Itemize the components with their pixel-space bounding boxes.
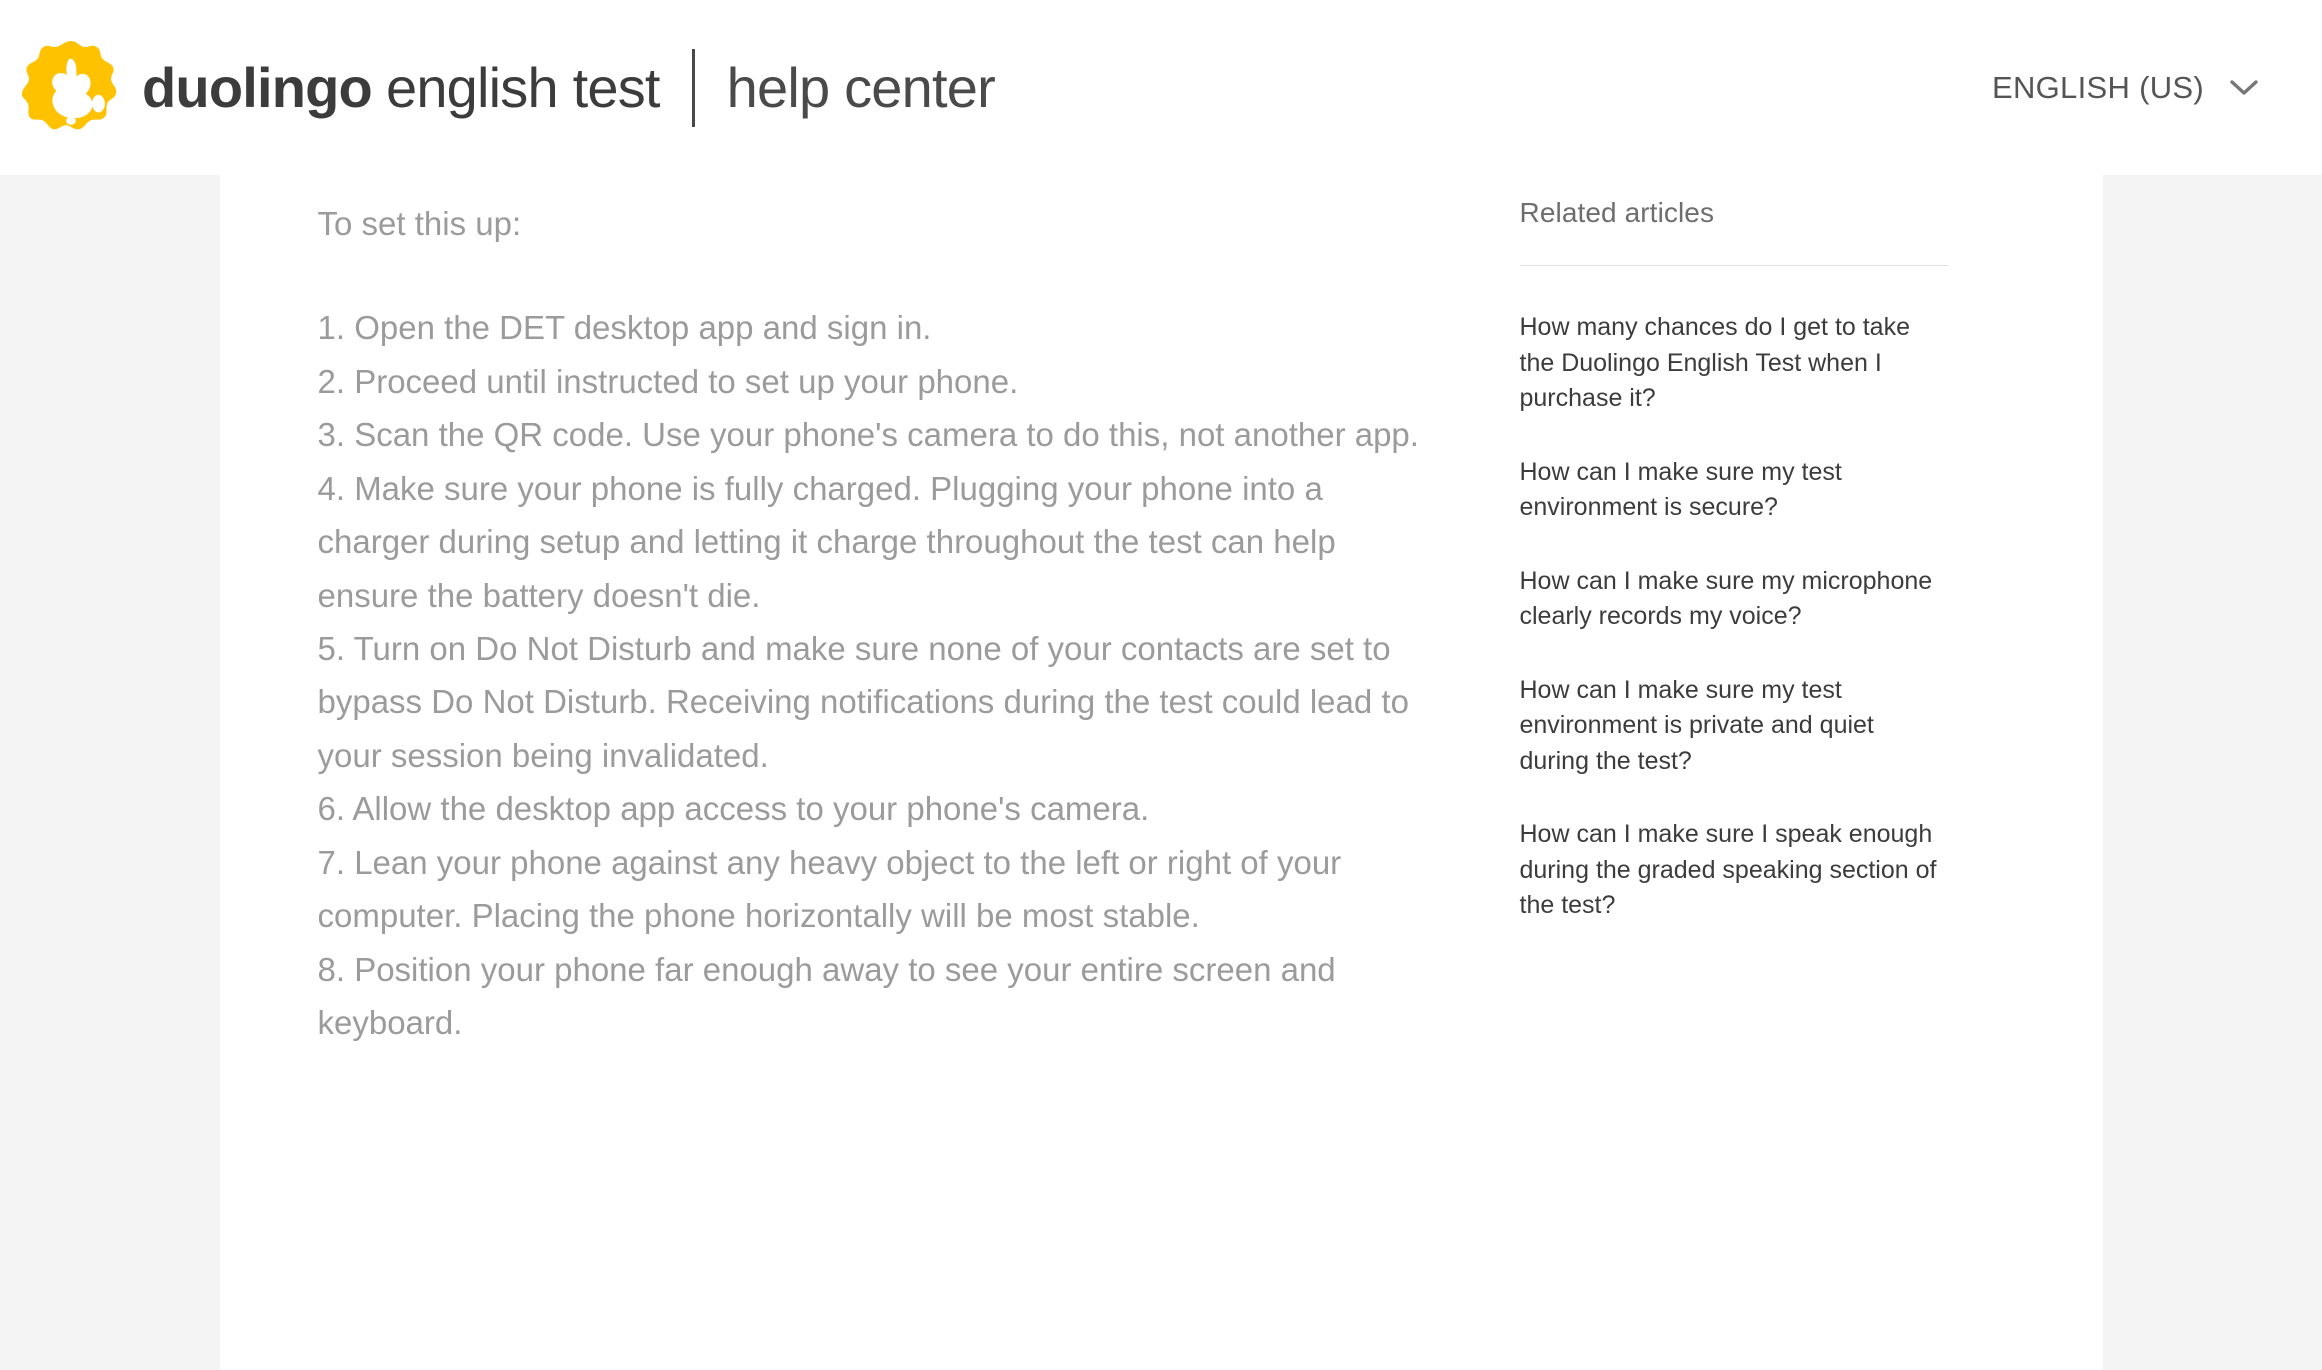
related-articles-list: How many chances do I get to take the Du… — [1520, 310, 1948, 924]
step-item: 6. Allow the desktop app access to your … — [317, 790, 1150, 828]
related-articles-divider — [1519, 265, 1948, 266]
related-articles-sidebar: Related articles How many chances do I g… — [1460, 175, 2020, 962]
page-background: To set this up: 1. Open the DET desktop … — [0, 175, 2322, 1370]
brand-name-regular: english test — [385, 55, 660, 119]
step-item: 2. Proceed until instructed to set up yo… — [317, 362, 1019, 400]
duolingo-owl-icon — [22, 39, 142, 137]
related-article-link[interactable]: How can I make sure my test environment … — [1520, 673, 1948, 780]
language-selector-label: ENGLISH (US) — [1991, 69, 2204, 105]
site-header: duolingo english test help center ENGLIS… — [0, 0, 2322, 175]
brand-name-bold: duolingo — [142, 55, 373, 119]
list-item: How can I make sure my test environment … — [1520, 673, 1948, 780]
related-article-link[interactable]: How can I make sure I speak enough durin… — [1520, 817, 1948, 924]
related-articles-heading: Related articles — [1519, 197, 1715, 228]
chevron-down-icon — [2230, 79, 2258, 96]
step-item: 7. Lean your phone against any heavy obj… — [317, 843, 1342, 935]
step-item: 3. Scan the QR code. Use your phone's ca… — [317, 416, 1419, 454]
wordmark: duolingo english test — [142, 55, 660, 119]
page-title: help center — [726, 55, 996, 119]
step-item: 5. Turn on Do Not Disturb and make sure … — [317, 629, 1409, 774]
header-divider — [691, 48, 695, 127]
list-item: How can I make sure I speak enough durin… — [1520, 817, 1948, 924]
setup-steps-list: 1. Open the DET desktop app and sign in.… — [318, 301, 1420, 1049]
article-content: To set this up: 1. Open the DET desktop … — [220, 175, 1460, 1050]
related-article-link[interactable]: How many chances do I get to take the Du… — [1520, 310, 1948, 417]
article-intro-text: To set this up: — [317, 205, 522, 242]
language-selector[interactable]: ENGLISH (US) — [1988, 60, 2262, 116]
step-item: 1. Open the DET desktop app and sign in. — [317, 309, 932, 347]
related-article-link[interactable]: How can I make sure my test environment … — [1520, 455, 1948, 526]
related-article-link[interactable]: How can I make sure my microphone clearl… — [1520, 564, 1948, 635]
list-item: How can I make sure my microphone clearl… — [1520, 564, 1948, 635]
step-item: 8. Position your phone far enough away t… — [317, 950, 1336, 1042]
step-item: 4. Make sure your phone is fully charged… — [317, 469, 1336, 614]
content-card: To set this up: 1. Open the DET desktop … — [219, 175, 2103, 1370]
brand-logo-group[interactable]: duolingo english test — [22, 39, 660, 137]
list-item: How many chances do I get to take the Du… — [1520, 310, 1948, 417]
list-item: How can I make sure my test environment … — [1520, 455, 1948, 526]
